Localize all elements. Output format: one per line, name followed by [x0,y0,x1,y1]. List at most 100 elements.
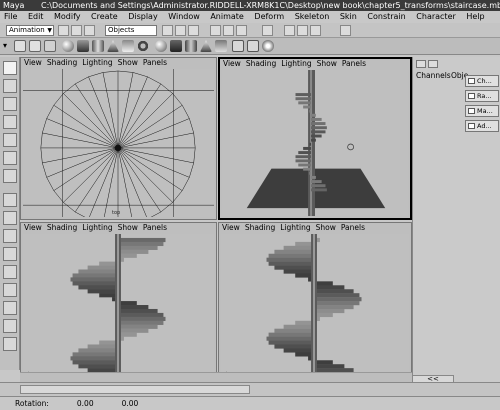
panel-menu-lighting[interactable]: Lighting [82,58,112,67]
menu-window[interactable]: Window [164,11,204,23]
persp-graph-layout-icon[interactable] [3,247,17,261]
menu-skin[interactable]: Skin [336,11,361,23]
menu-deform[interactable]: Deform [250,11,288,23]
menu-help[interactable]: Help [462,11,488,23]
selection-mode-dropdown[interactable]: Objects [105,25,157,36]
scale-tool-icon[interactable] [3,151,17,165]
curve-ep-icon[interactable] [29,40,41,52]
range-slider[interactable] [20,385,250,394]
panel-menu-panels[interactable]: Panels [143,58,167,67]
poly-cylinder-icon[interactable] [185,40,197,52]
cylinder-icon[interactable] [92,40,104,52]
save-scene-icon[interactable] [84,25,95,36]
panel-menu-lighting[interactable]: Lighting [82,223,112,232]
select-tool-icon[interactable] [3,61,17,75]
extrude-icon[interactable] [232,40,244,52]
render-icon[interactable] [284,25,295,36]
panel-menu-lighting[interactable]: Lighting [280,223,310,232]
show-channel-box-icon[interactable] [340,25,351,36]
viewport-canvas[interactable]: ⊥ [221,234,409,379]
snap-point-icon[interactable] [236,25,247,36]
poly-cube-icon[interactable] [170,40,182,52]
viewport-top[interactable]: View Shading Lighting Show Panels top [20,57,217,220]
graph-layout-icon[interactable] [3,301,17,315]
time-slider[interactable] [20,372,412,382]
attributes-button[interactable]: Ad... [465,120,499,132]
poly-sphere-icon[interactable] [155,40,167,52]
hypershade-layout-icon[interactable] [3,265,17,279]
custom-layout-icon[interactable] [3,319,17,333]
render-layout-icon[interactable] [3,283,17,297]
plane-icon[interactable] [122,40,134,52]
cube-icon[interactable] [77,40,89,52]
curve-cv-icon[interactable] [14,40,26,52]
panel-menu-shading[interactable]: Shading [245,223,275,232]
viewport-front[interactable]: View Shading Lighting Show Panels ⊥ [20,222,217,382]
more-layouts-icon[interactable] [3,337,17,351]
ipr-render-icon[interactable] [297,25,308,36]
panel-menu-view[interactable]: View [223,59,241,68]
menu-constrain[interactable]: Constrain [363,11,409,23]
menu-skeleton[interactable]: Skeleton [291,11,334,23]
open-scene-icon[interactable] [71,25,82,36]
rotate-tool-icon[interactable] [3,133,17,147]
layer-editor-toggle-icon[interactable] [428,60,438,68]
panel-menu-panels[interactable]: Panels [143,223,167,232]
menuset-dropdown[interactable]: Animation ▼ [6,25,54,36]
material-button[interactable]: Ma... [465,105,499,117]
panel-menu-panels[interactable]: Panels [341,223,365,232]
paint-select-icon[interactable] [3,97,17,111]
lasso-tool-icon[interactable] [3,79,17,93]
panel-menu-show[interactable]: Show [118,58,138,67]
history-icon[interactable] [262,25,273,36]
panel-menu-show[interactable]: Show [118,223,138,232]
select-hierarchy-icon[interactable] [162,25,173,36]
poly-plane-icon[interactable] [215,40,227,52]
select-component-icon[interactable] [188,25,199,36]
menu-animate[interactable]: Animate [206,11,248,23]
pencil-curve-icon[interactable] [44,40,56,52]
menu-create[interactable]: Create [87,11,122,23]
panel-menu-shading[interactable]: Shading [47,58,77,67]
persp-outliner-layout-icon[interactable] [3,229,17,243]
panel-menu-panels[interactable]: Panels [342,59,366,68]
viewport-persp[interactable]: View Shading Lighting Show Panels [218,57,412,220]
range-button[interactable]: Ra... [465,90,499,102]
render-globals-icon[interactable] [310,25,321,36]
panel-menu-shading[interactable]: Shading [47,223,77,232]
panel-menu-view[interactable]: View [222,223,240,232]
menu-modify[interactable]: Modify [50,11,85,23]
panel-menu-lighting[interactable]: Lighting [281,59,311,68]
panel-menu-show[interactable]: Show [317,59,337,68]
panel-menu-view[interactable]: View [24,223,42,232]
split-icon[interactable] [247,40,259,52]
light-icon[interactable] [262,40,274,52]
viewport-canvas[interactable]: top [23,69,214,217]
poly-cone-icon[interactable] [200,40,212,52]
viewport-side[interactable]: View Shading Lighting Show Panels ⊥ [218,222,412,382]
single-perspective-layout-icon[interactable] [3,193,17,207]
panel-menu-shading[interactable]: Shading [246,59,276,68]
manipulator-icon[interactable] [3,169,17,183]
shelf-menu-icon[interactable]: ▾ [3,41,11,51]
channel-box-toggle-icon[interactable] [416,60,426,68]
menu-file[interactable]: File [0,11,21,23]
viewport-canvas[interactable]: ⊥ [23,234,214,379]
sphere-icon[interactable] [62,40,74,52]
four-view-layout-icon[interactable] [3,211,17,225]
menu-display[interactable]: Display [124,11,162,23]
snap-grid-icon[interactable] [210,25,221,36]
move-tool-icon[interactable] [3,115,17,129]
select-object-icon[interactable] [175,25,186,36]
channels-button[interactable]: Ch... [465,75,499,87]
new-scene-icon[interactable] [58,25,69,36]
panel-menu-show[interactable]: Show [316,223,336,232]
menu-edit[interactable]: Edit [24,11,48,23]
viewport-canvas[interactable] [222,70,408,216]
torus-icon[interactable] [137,40,149,52]
tab-channels[interactable]: Channels [416,71,451,81]
panel-menu-view[interactable]: View [24,58,42,67]
cone-icon[interactable] [107,40,119,52]
snap-curve-icon[interactable] [223,25,234,36]
menu-character[interactable]: Character [412,11,460,23]
